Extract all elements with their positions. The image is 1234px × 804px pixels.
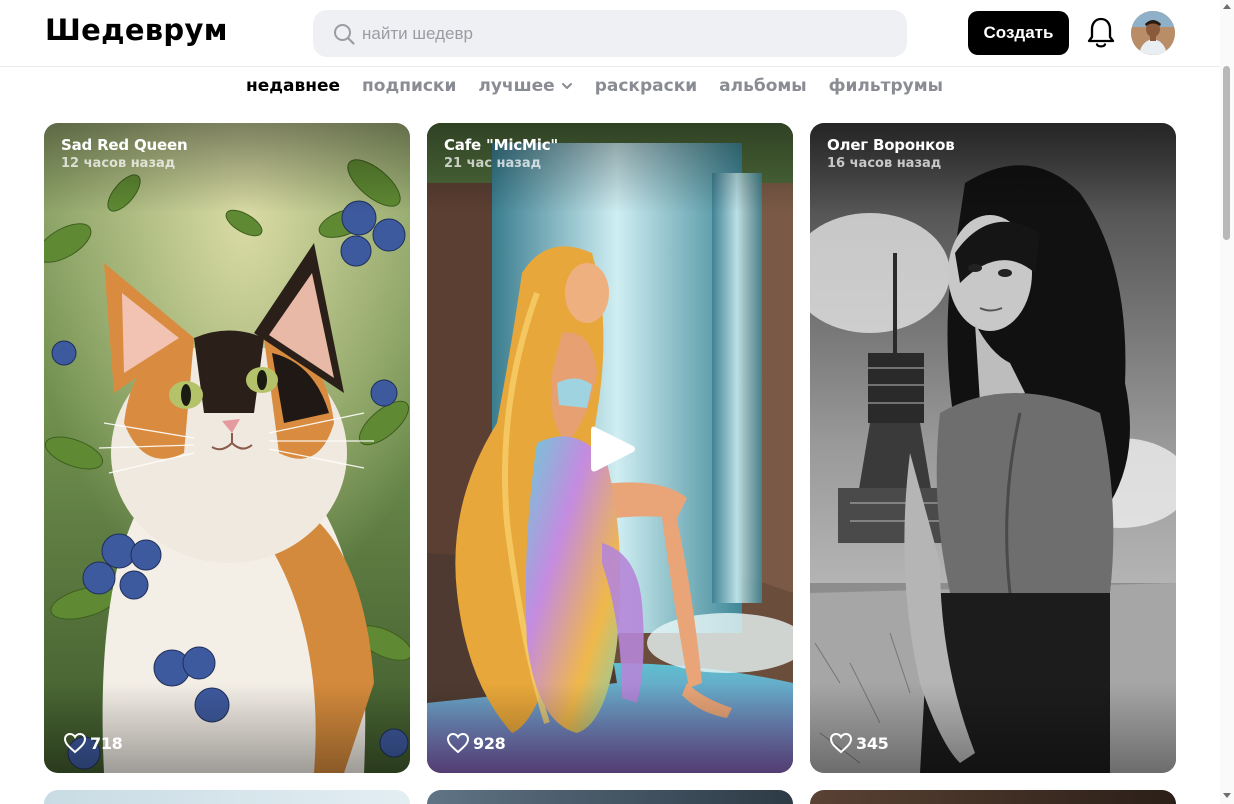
tab-label: альбомы <box>719 76 807 96</box>
like-count: 718 <box>90 733 123 753</box>
tab-coloring[interactable]: раскраски <box>595 74 697 98</box>
page-scrollbar[interactable] <box>1220 0 1234 804</box>
card-image <box>44 123 410 773</box>
search-input[interactable] <box>362 10 882 57</box>
card-bottom-gradient <box>810 683 1176 773</box>
tab-best[interactable]: лучшее <box>478 74 572 98</box>
top-header: Шедеврум Создать <box>0 0 1220 67</box>
tab-label: лучшее <box>478 76 555 96</box>
like-button[interactable]: 345 <box>829 732 889 754</box>
like-button[interactable]: 928 <box>446 732 506 754</box>
feed-tabs: недавнее подписки лучшее раскраски альбо… <box>246 74 943 98</box>
card-time: 12 часов назад <box>61 156 176 171</box>
heart-icon <box>829 732 853 754</box>
card-author[interactable]: Sad Red Queen <box>61 136 188 154</box>
tab-albums[interactable]: альбомы <box>719 74 807 98</box>
bell-icon[interactable] <box>1086 16 1116 50</box>
search-icon <box>334 24 355 45</box>
scrollbar-thumb[interactable] <box>1223 66 1230 240</box>
feed-card-partial[interactable] <box>810 790 1176 804</box>
tab-recent[interactable]: недавнее <box>246 74 340 98</box>
app-logo[interactable]: Шедеврум <box>45 13 228 47</box>
card-author[interactable]: Cafe "MicMic" <box>444 136 558 154</box>
tab-filters[interactable]: фильтрумы <box>829 74 943 98</box>
user-avatar[interactable] <box>1131 11 1175 55</box>
feed-card[interactable]: Cafe "MicMic" 21 час назад 928 <box>427 123 793 773</box>
search-bar[interactable] <box>313 10 907 57</box>
like-button[interactable]: 718 <box>63 732 123 754</box>
feed-card-partial[interactable] <box>427 790 793 804</box>
card-author[interactable]: Олег Воронков <box>827 136 955 154</box>
scroll-down-arrow[interactable] <box>1223 793 1231 798</box>
tab-label: фильтрумы <box>828 76 944 96</box>
tab-label: недавнее <box>246 76 341 96</box>
like-count: 345 <box>856 733 889 753</box>
play-icon[interactable] <box>589 423 637 475</box>
card-time: 16 часов назад <box>827 156 942 171</box>
chevron-down-icon <box>561 83 572 89</box>
create-button[interactable]: Создать <box>968 11 1069 55</box>
heart-icon <box>446 732 470 754</box>
feed-card[interactable]: Sad Red Queen 12 часов назад 718 <box>44 123 410 773</box>
scroll-up-arrow[interactable] <box>1223 4 1231 9</box>
card-time: 21 час назад <box>444 156 542 171</box>
card-bottom-gradient <box>44 683 410 773</box>
feed-card[interactable]: Олег Воронков 16 часов назад 345 <box>810 123 1176 773</box>
card-image <box>810 123 1176 773</box>
card-bottom-gradient <box>427 683 793 773</box>
like-count: 928 <box>473 733 506 753</box>
tab-label: раскраски <box>594 76 698 96</box>
feed-card-partial[interactable] <box>44 790 410 804</box>
tab-label: подписки <box>362 76 457 96</box>
tab-subscriptions[interactable]: подписки <box>362 74 456 98</box>
avatar-image <box>1131 11 1175 55</box>
heart-icon <box>63 732 87 754</box>
